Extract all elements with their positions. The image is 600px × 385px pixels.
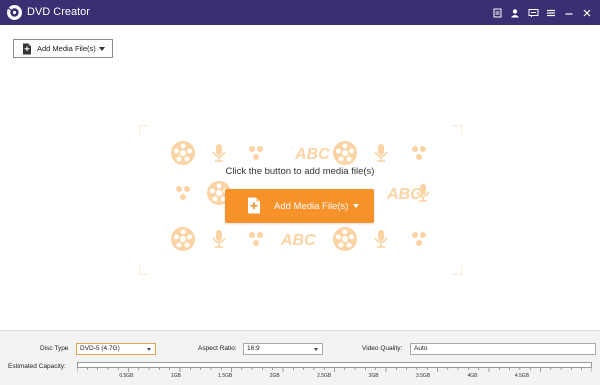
window-controls: [490, 4, 594, 21]
capacity-tick-label: 3.5GB: [415, 373, 431, 379]
empty-state-prompt: Click the button to add media file(s): [225, 166, 375, 177]
aspect-ratio-label: Aspect Ratio:: [198, 345, 237, 352]
aspect-ratio-select[interactable]: 16:9: [243, 343, 323, 355]
close-icon[interactable]: [580, 4, 594, 21]
menu-icon[interactable]: [544, 4, 558, 21]
svg-text:ABC: ABC: [294, 146, 330, 163]
add-file-icon: [23, 43, 31, 54]
add-file-icon: [248, 197, 260, 214]
minimize-icon[interactable]: [562, 4, 576, 21]
add-media-label: Add Media File(s): [37, 44, 96, 53]
chevron-down-icon[interactable]: [353, 204, 359, 208]
video-quality-value: Auto: [414, 345, 428, 352]
microphone-icon: [212, 144, 226, 162]
add-media-dropdown-button[interactable]: Add Media File(s): [13, 39, 113, 58]
app-title: DVD Creator: [27, 6, 90, 18]
film-reel-icon: [171, 141, 195, 165]
svg-text:ABC: ABC: [280, 232, 316, 249]
estimated-capacity-label: Estimated Capacity:: [8, 363, 66, 370]
chevron-down-icon: [99, 47, 105, 51]
title-bar: DVD Creator: [0, 0, 600, 25]
disc-type-select[interactable]: DVD-5 (4.7G): [76, 343, 156, 355]
video-quality-select[interactable]: Auto: [410, 343, 596, 355]
capacity-tick-label: 4.5GB: [514, 373, 530, 379]
dvd-creator-logo-icon: [7, 5, 22, 20]
capacity-tick-label: 3GB: [368, 373, 379, 379]
aspect-ratio-value: 16:9: [247, 345, 260, 352]
capacity-tick-label: 0.5GB: [119, 373, 134, 379]
bottom-settings-bar: [0, 330, 600, 385]
capacity-ticks: [77, 368, 592, 372]
capacity-tick-label: 2.5GB: [317, 373, 332, 379]
film-reel-icon: [333, 141, 357, 165]
feedback-icon[interactable]: [526, 4, 540, 21]
file-icon[interactable]: [490, 4, 504, 21]
capacity-tick-label: 1GB: [170, 373, 181, 379]
disc-type-value: DVD-5 (4.7G): [80, 345, 120, 352]
chevron-down-icon: [147, 348, 151, 351]
disc-type-label: Disc Type: [40, 345, 69, 352]
capacity-tick-label: 2GB: [269, 373, 280, 379]
capacity-tick-label: 1.5GB: [218, 373, 233, 379]
chevron-down-icon: [314, 348, 318, 351]
add-media-files-button[interactable]: Add Media File(s): [225, 189, 374, 223]
svg-text:ABC: ABC: [386, 186, 422, 203]
dots-icon: [412, 146, 426, 160]
microphone-icon: [374, 144, 388, 162]
add-media-files-label: Add Media File(s): [274, 201, 349, 212]
capacity-tick-label: 4GB: [467, 373, 478, 379]
video-quality-label: Video Quality:: [362, 345, 403, 352]
user-icon[interactable]: [508, 4, 522, 21]
dots-icon: [249, 146, 263, 160]
